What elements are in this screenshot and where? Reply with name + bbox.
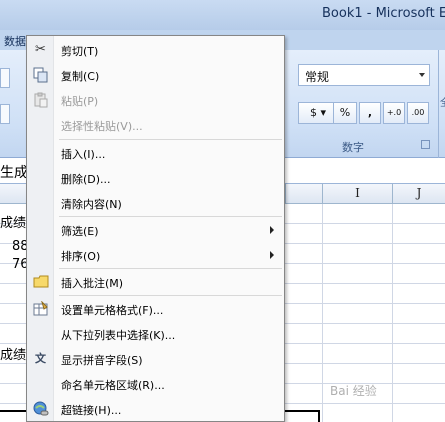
menu-item-label: 粘贴(P) xyxy=(61,95,99,108)
number-group-label: 数字 xyxy=(342,141,364,154)
menu-separator xyxy=(59,139,282,140)
percent-button[interactable]: % xyxy=(333,102,357,124)
menu-separator xyxy=(59,295,282,296)
menu-item-sort[interactable]: 排序(O) xyxy=(27,243,284,267)
paste-icon xyxy=(32,92,49,108)
cell-score-label[interactable]: 成绩 xyxy=(0,212,26,231)
submenu-arrow-icon xyxy=(270,251,274,259)
menu-item-clear-contents[interactable]: 清除内容(N) xyxy=(27,191,284,215)
phonetic-icon: 文 xyxy=(35,352,46,365)
menu-item-paste[interactable]: 粘贴(P) xyxy=(27,88,284,112)
cell-score-label[interactable]: 成绩 xyxy=(0,344,26,363)
title-bar: Book1 - Microsoft Ex xyxy=(0,0,445,30)
menu-item-label: 设置单元格格式(F)... xyxy=(61,304,164,317)
comma-label: , xyxy=(367,106,373,119)
menu-item-pick-from-list[interactable]: 从下拉列表中选择(K)... xyxy=(27,322,284,346)
grid-line xyxy=(322,204,323,422)
grid-line xyxy=(392,204,393,422)
number-format-select[interactable]: 常规 xyxy=(298,64,430,86)
menu-item-label: 插入批注(M) xyxy=(61,277,124,290)
menu-item-filter[interactable]: 筛选(E) xyxy=(27,218,284,242)
menu-item-show-phonetic[interactable]: 文 显示拼音字段(S) xyxy=(27,347,284,371)
menu-item-label: 剪切(T) xyxy=(61,45,99,58)
menu-item-hyperlink[interactable]: 超链接(H)... xyxy=(27,397,284,421)
hyperlink-icon xyxy=(32,401,49,417)
menu-item-insert[interactable]: 插入(I)... xyxy=(27,141,284,165)
column-header-edge xyxy=(285,184,286,204)
format-cells-icon xyxy=(32,300,49,317)
menu-item-label: 超链接(H)... xyxy=(61,404,122,417)
context-menu: ✂ 剪切(T) 复制(C) 粘贴(P) 选择性粘贴(V)... 插入(I)...… xyxy=(26,35,285,422)
menu-item-label: 插入(I)... xyxy=(61,148,106,161)
currency-label: $ xyxy=(309,106,317,119)
scissors-icon: ✂ xyxy=(35,42,46,57)
column-header-i[interactable]: I xyxy=(322,184,392,204)
number-format-value: 常规 xyxy=(305,70,330,84)
decrease-decimal-button[interactable]: .00 xyxy=(407,102,429,124)
dialog-launcher-icon[interactable] xyxy=(421,140,430,149)
ribbon-button-partial[interactable] xyxy=(0,68,10,88)
comma-button[interactable]: , xyxy=(359,102,381,124)
comment-icon xyxy=(32,274,49,290)
window-title: Book1 - Microsoft Ex xyxy=(322,6,445,21)
menu-item-paste-special[interactable]: 选择性粘贴(V)... xyxy=(27,113,284,137)
next-group-label: 全 xyxy=(440,94,445,109)
menu-item-label: 筛选(E) xyxy=(61,225,99,238)
menu-item-label: 选择性粘贴(V)... xyxy=(61,120,143,133)
menu-item-format-cells[interactable]: 设置单元格格式(F)... xyxy=(27,297,284,321)
menu-separator xyxy=(59,268,282,269)
menu-item-label: 清除内容(N) xyxy=(61,198,122,211)
menu-item-delete[interactable]: 删除(D)... xyxy=(27,166,284,190)
watermark: Bai 经验 xyxy=(330,384,377,398)
increase-decimal-label: +.0 xyxy=(386,108,402,117)
menu-item-label: 命名单元格区域(R)... xyxy=(61,379,165,392)
currency-button[interactable]: $ ▾ xyxy=(298,102,338,124)
menu-item-label: 从下拉列表中选择(K)... xyxy=(61,329,176,342)
chevron-down-icon xyxy=(419,73,425,77)
ribbon-button-partial[interactable] xyxy=(0,104,10,124)
tab-data[interactable]: 数据 xyxy=(4,33,26,49)
formula-text: 生成 xyxy=(0,165,28,181)
column-header-j[interactable]: J xyxy=(392,184,445,204)
menu-item-label: 排序(O) xyxy=(61,250,101,263)
menu-item-label: 复制(C) xyxy=(61,70,100,83)
copy-icon xyxy=(32,67,49,83)
menu-separator xyxy=(59,216,282,217)
menu-item-insert-comment[interactable]: 插入批注(M) xyxy=(27,270,284,294)
cell-border xyxy=(318,410,320,422)
menu-item-copy[interactable]: 复制(C) xyxy=(27,63,284,87)
ribbon-next-group: 全 xyxy=(438,50,445,158)
submenu-arrow-icon xyxy=(270,226,274,234)
decrease-decimal-label: .00 xyxy=(411,108,425,117)
menu-item-label: 显示拼音字段(S) xyxy=(61,354,143,367)
percent-label: % xyxy=(339,106,351,119)
menu-item-cut[interactable]: ✂ 剪切(T) xyxy=(27,38,284,62)
menu-item-label: 删除(D)... xyxy=(61,173,111,186)
menu-item-define-name[interactable]: 命名单元格区域(R)... xyxy=(27,372,284,396)
increase-decimal-button[interactable]: +.0 xyxy=(383,102,405,124)
